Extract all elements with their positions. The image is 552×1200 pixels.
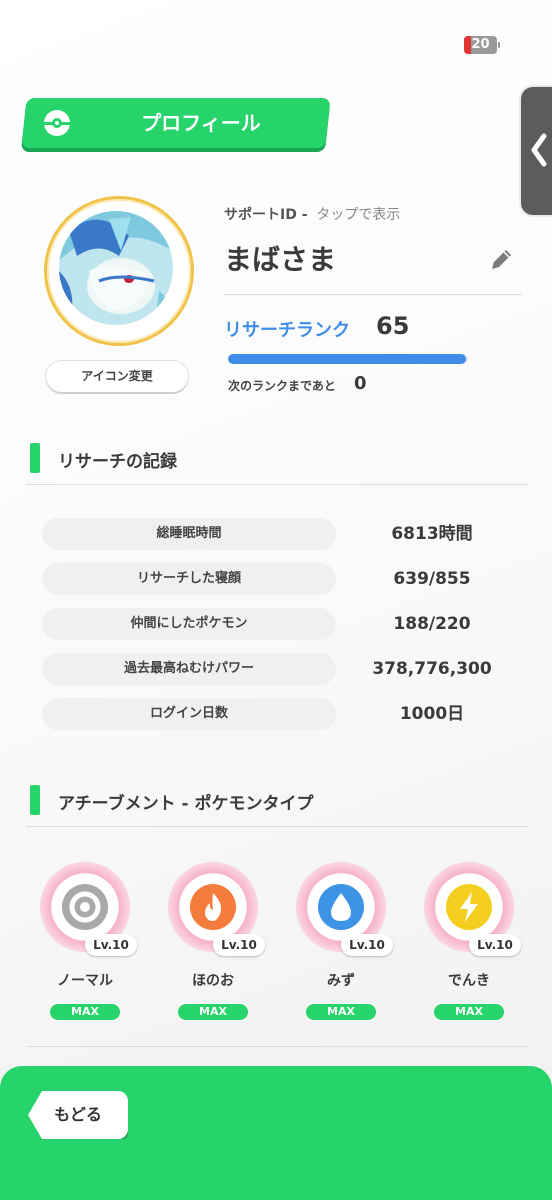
avatar[interactable] bbox=[44, 196, 194, 346]
record-label: 過去最高ねむけパワー bbox=[42, 653, 336, 685]
record-value: 1000日 bbox=[399, 704, 465, 724]
next-rank-value: 0 bbox=[354, 373, 367, 394]
page-title: プロフィール bbox=[141, 111, 261, 135]
battery-indicator: 20 bbox=[464, 36, 500, 54]
bottom-divider bbox=[26, 1046, 528, 1047]
support-id-reveal-hint[interactable]: タップで表示 bbox=[316, 207, 400, 223]
support-id-row[interactable]: サポートID - タップで表示 bbox=[224, 204, 400, 224]
back-button[interactable]: もどる bbox=[28, 1091, 128, 1139]
profile-divider bbox=[224, 294, 522, 295]
research-rank-value: 65 bbox=[376, 312, 410, 340]
player-name: まばさま bbox=[224, 243, 337, 276]
normal-type-icon bbox=[62, 884, 108, 930]
chevron-left-icon bbox=[531, 133, 547, 167]
record-label: 仲間にしたポケモン bbox=[42, 608, 336, 640]
rank-progress-fill bbox=[228, 354, 466, 364]
records-divider bbox=[26, 484, 528, 485]
record-value: 639/855 bbox=[393, 569, 471, 589]
avatar-pokemon-image bbox=[59, 211, 173, 325]
record-row-pokemon-befriended: 仲間にしたポケモン 188/220 bbox=[42, 608, 512, 640]
badge-level: Lv.10 bbox=[85, 934, 137, 956]
badge-max-tag: MAX bbox=[178, 1004, 248, 1020]
badge-name: ほのお bbox=[192, 973, 234, 989]
badge-level: Lv.10 bbox=[469, 934, 521, 956]
water-type-icon bbox=[318, 884, 364, 930]
badge-name: みず bbox=[327, 973, 355, 989]
badge-name: でんき bbox=[448, 973, 490, 989]
badge-max-tag: MAX bbox=[434, 1004, 504, 1020]
record-row-sleep-styles: リサーチした寝顔 639/855 bbox=[42, 563, 512, 595]
rank-progress-bar bbox=[228, 354, 468, 364]
record-value: 6813時間 bbox=[391, 524, 473, 544]
support-id-label: サポートID - bbox=[224, 207, 308, 223]
badge-level: Lv.10 bbox=[213, 934, 265, 956]
badge-level: Lv.10 bbox=[341, 934, 393, 956]
record-row-total-sleep: 総睡眠時間 6813時間 bbox=[42, 518, 512, 550]
pencil-icon[interactable] bbox=[489, 246, 515, 276]
pokeball-icon bbox=[44, 110, 70, 136]
records-section-title: リサーチの記録 bbox=[58, 452, 177, 472]
electric-type-icon bbox=[446, 884, 492, 930]
badge-max-tag: MAX bbox=[306, 1004, 376, 1020]
record-label: ログイン日数 bbox=[42, 698, 336, 730]
side-menu-tab[interactable] bbox=[519, 85, 552, 217]
record-value: 378,776,300 bbox=[372, 659, 492, 679]
battery-level: 20 bbox=[471, 37, 490, 52]
record-row-best-drowsy-power: 過去最高ねむけパワー 378,776,300 bbox=[42, 653, 512, 685]
record-label: 総睡眠時間 bbox=[42, 518, 336, 550]
record-label: リサーチした寝顔 bbox=[42, 563, 336, 595]
research-rank-label: リサーチランク bbox=[224, 320, 350, 341]
achievements-section-title: アチーブメント - ポケモンタイプ bbox=[58, 794, 314, 814]
record-value: 188/220 bbox=[393, 614, 471, 634]
badge-max-tag: MAX bbox=[50, 1004, 120, 1020]
change-icon-button[interactable]: アイコン変更 bbox=[46, 361, 188, 392]
fire-type-icon bbox=[190, 884, 236, 930]
achievements-divider bbox=[26, 826, 528, 827]
badge-name: ノーマル bbox=[57, 973, 113, 989]
next-rank-label: 次のランクまであと bbox=[228, 379, 336, 393]
page-title-banner: プロフィール bbox=[21, 98, 331, 148]
record-row-login-days: ログイン日数 1000日 bbox=[42, 698, 512, 730]
